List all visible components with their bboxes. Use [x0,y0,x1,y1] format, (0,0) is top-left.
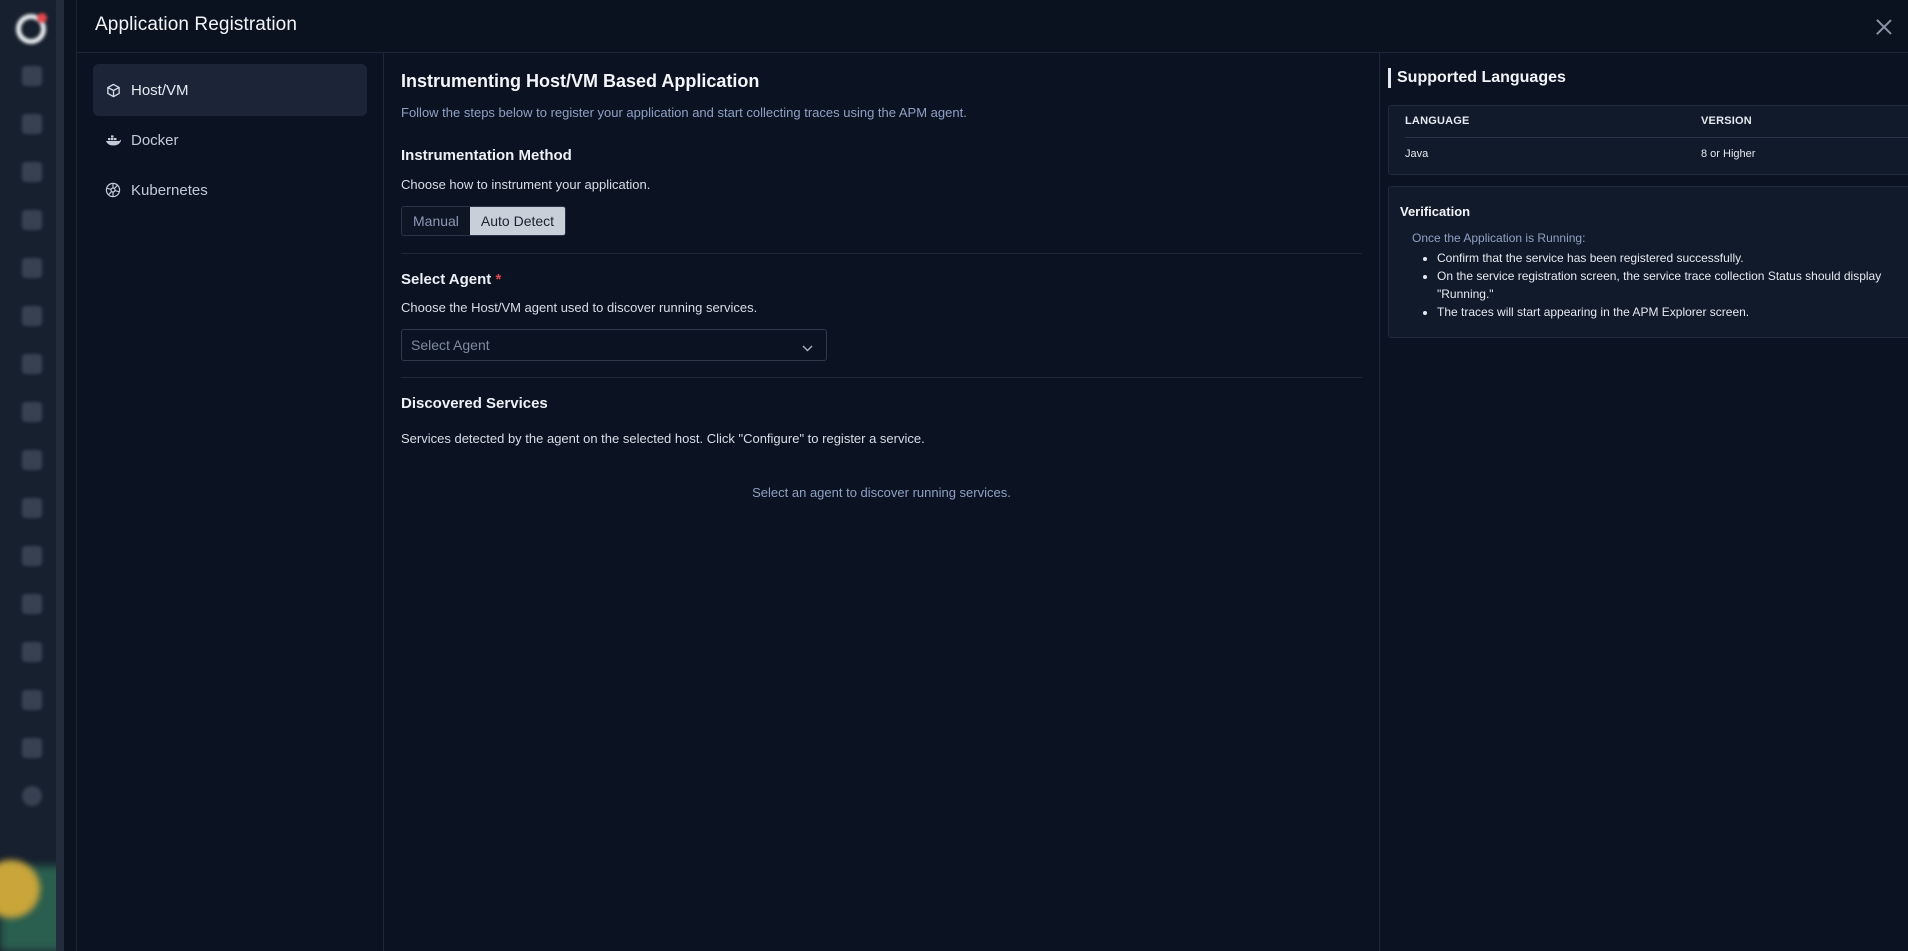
list-item-text: On the service registration screen, the … [1437,269,1882,283]
supported-languages-table: LANGUAGE VERSION Java 8 or Higher [1388,105,1908,175]
supported-languages-title: Supported Languages [1388,68,1566,88]
nav-item-label: Kubernetes [131,181,208,199]
auto-detect-option-button[interactable]: Auto Detect [469,207,566,235]
select-agent-dropdown[interactable]: Select Agent [401,329,827,361]
cell-version: 8 or Higher [1701,148,1756,160]
select-agent-desc: Choose the Host/VM agent used to discove… [401,300,758,315]
monitor-icon [22,114,42,134]
cube-icon [105,82,121,98]
page-title: Instrumenting Host/VM Based Application [401,71,760,91]
list-item: On the service registration screen, the … [1437,267,1881,303]
list-item-text: "Running." [1437,287,1494,301]
docker-icon [105,132,121,148]
instrumentation-method-title: Instrumentation Method [401,147,572,164]
select-agent-title: Select Agent * [401,271,501,288]
section-divider [401,377,1362,378]
modal-header: Application Registration [77,0,1908,53]
close-icon[interactable] [1875,18,1893,36]
nav-item-docker[interactable]: Docker [93,114,367,166]
cell-language: Java [1405,148,1429,160]
chart-icon [22,450,42,470]
instrumentation-panel: Instrumenting Host/VM Based Application … [385,53,1378,951]
verification-lead: Once the Application is Running: [1412,231,1586,245]
layers-icon [22,402,42,422]
nav-item-host-vm[interactable]: Host/VM [93,64,367,116]
nav-item-label: Docker [131,131,179,149]
kubernetes-icon [105,182,121,198]
nav-item-label: Host/VM [131,81,189,99]
list-item: Confirm that the service has been regist… [1437,249,1881,267]
section-divider [401,253,1362,254]
empty-state-message: Select an agent to discover running serv… [752,485,1011,500]
cloud-icon [22,690,42,710]
verification-steps: Confirm that the service has been regist… [1437,249,1881,321]
chevron-down-icon [802,339,813,352]
topology-icon [22,306,42,326]
select-agent-label: Select Agent [401,271,492,288]
page-subtitle: Follow the steps below to register your … [401,105,967,120]
inbox-icon [22,594,42,614]
discovered-services-desc: Services detected by the agent on the se… [401,431,925,446]
modal-title: Application Registration [95,14,298,35]
verification-title: Verification [1400,204,1471,219]
app-logo-icon [16,13,47,44]
bell-icon [22,162,42,182]
list-item: The traces will start appearing in the A… [1437,303,1881,321]
server-icon [22,258,42,278]
column-header-language: LANGUAGE [1405,115,1470,127]
verification-card: Verification Once the Application is Run… [1388,186,1908,338]
settings-icon [22,786,42,806]
instrumentation-method-toggle: Manual Auto Detect [401,206,567,236]
display-icon [22,546,42,566]
application-registration-modal: Application Registration Host/VM Docker … [76,0,1908,951]
hierarchy-icon [22,642,42,662]
manual-option-button[interactable]: Manual [402,207,470,235]
rail-divider [56,0,64,951]
file-icon [22,738,42,758]
report-icon [22,210,42,230]
discovered-services-title: Discovered Services [401,395,548,412]
network-icon [22,354,42,374]
nav-item-kubernetes[interactable]: Kubernetes [93,164,367,216]
select-agent-placeholder: Select Agent [411,337,490,353]
info-panel: Supported Languages LANGUAGE VERSION Jav… [1379,53,1908,951]
document-icon [22,498,42,518]
instrumentation-method-desc: Choose how to instrument your applicatio… [401,177,651,192]
table-header: LANGUAGE VERSION [1405,106,1908,138]
required-marker: * [495,271,502,288]
column-header-version: VERSION [1701,115,1752,127]
background-app-sidebar [0,0,64,951]
deployment-type-nav: Host/VM Docker Kubernetes [77,53,384,951]
dashboard-icon [22,66,42,86]
